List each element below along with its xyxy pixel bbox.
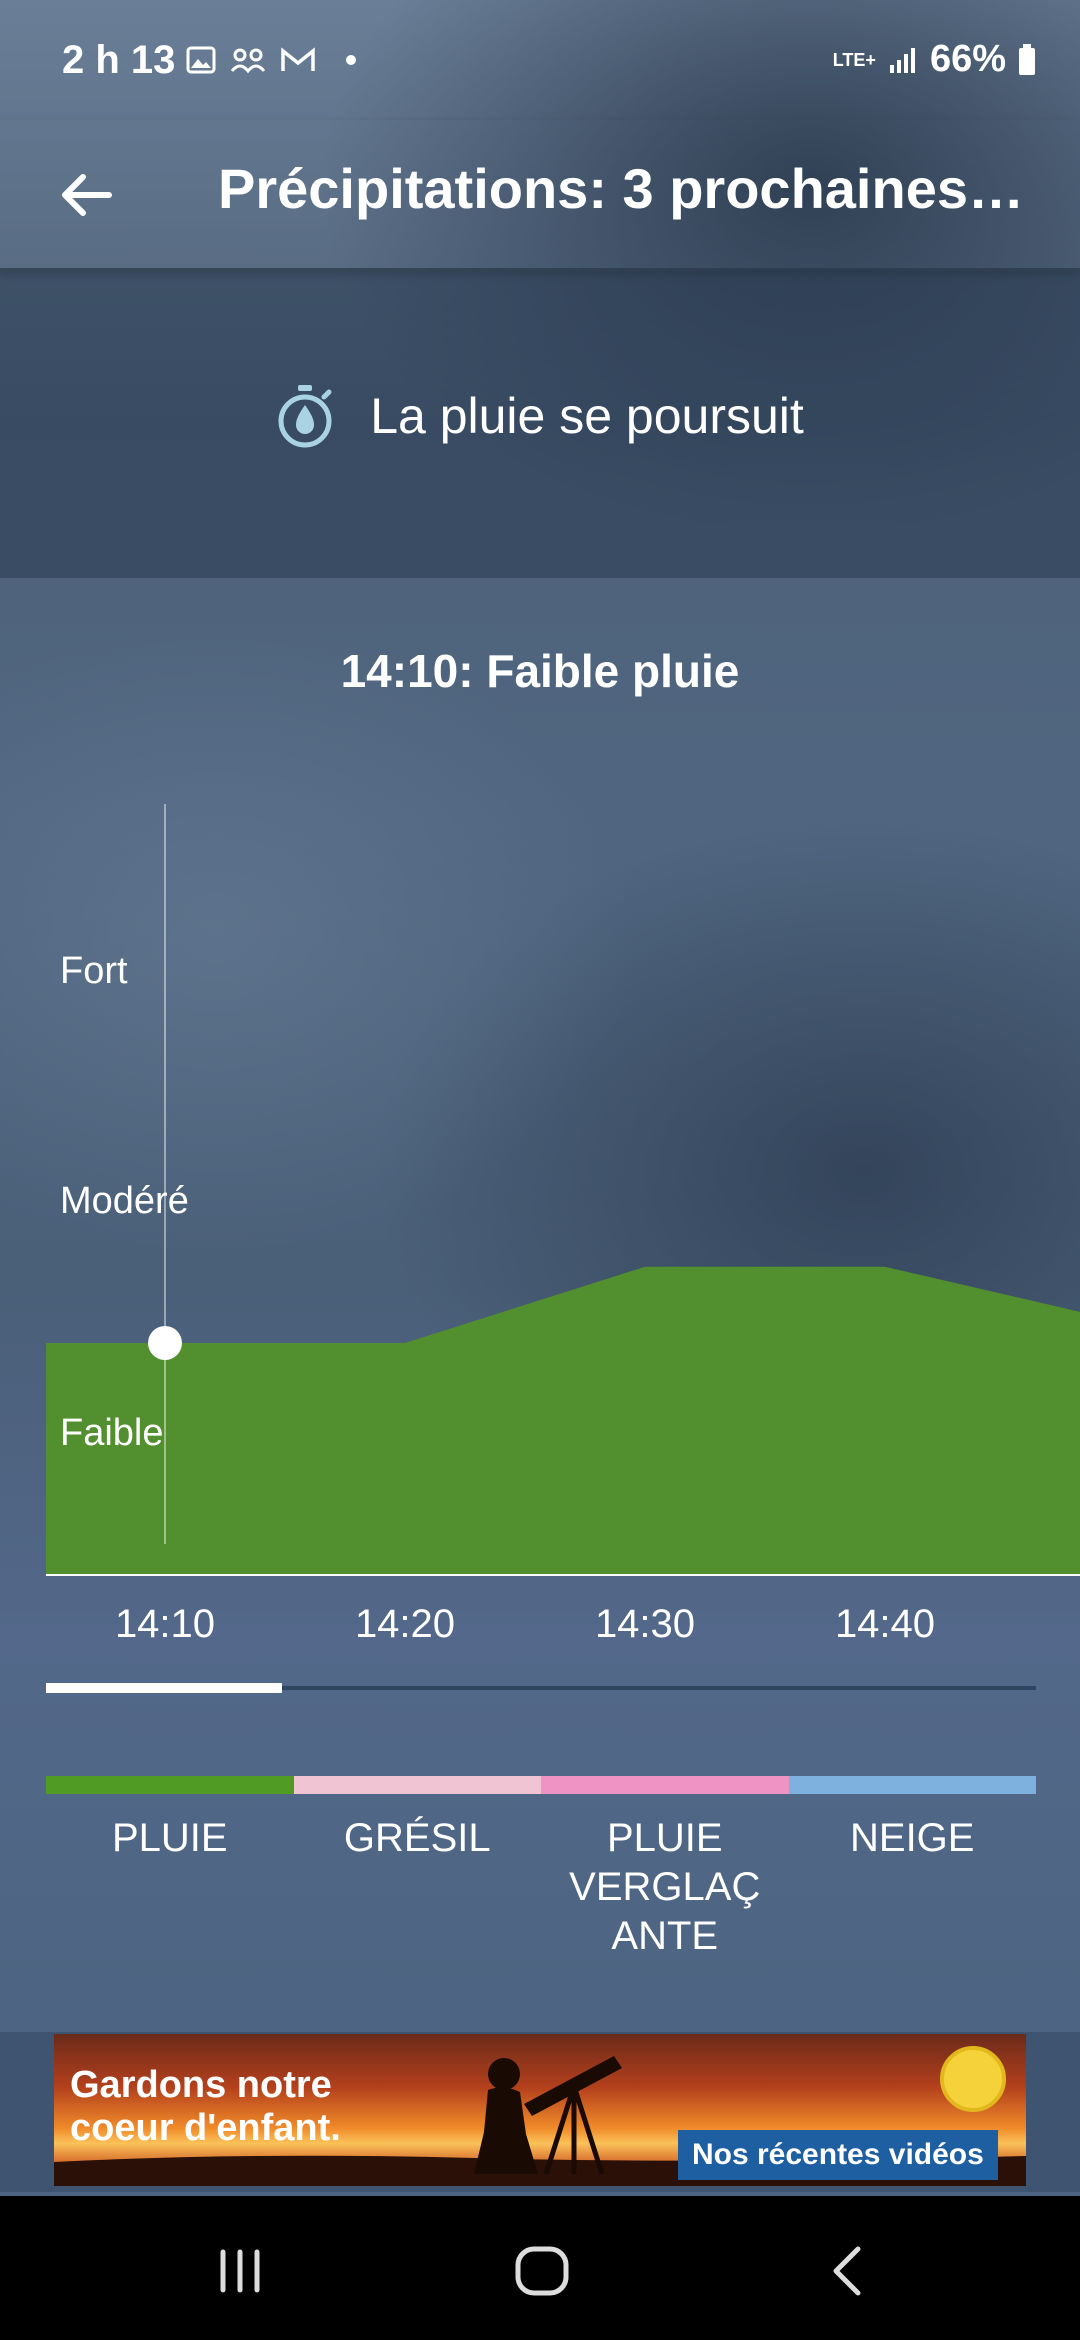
legend-label: PLUIE VERGLAÇ ANTE (569, 1816, 761, 1958)
ad-logo-icon (940, 2046, 1006, 2112)
app-bar: Précipitations: 3 prochaines… (0, 120, 1080, 271)
network-type: LTE+ (832, 49, 876, 70)
legend-label: GRÉSIL (343, 1816, 491, 1860)
stopwatch-rain-icon (278, 385, 332, 448)
system-icons: LTE+ 66% (833, 38, 1036, 81)
back-nav-button[interactable] (806, 2236, 886, 2306)
legend-label: NEIGE (850, 1816, 975, 1860)
precipitation-area (46, 1266, 1080, 1574)
page-title: Précipitations: 3 prochaines… (218, 157, 1024, 220)
legend-item-gresil: GRÉSIL (293, 1776, 541, 1960)
ad-headline-line: Gardons notre (70, 2064, 332, 2106)
battery-percent: 66% (929, 38, 1006, 80)
legend-swatch (541, 1776, 789, 1794)
status-bar: 2 h 13 LTE+ 66% (0, 0, 1080, 120)
gmail-icon (281, 47, 315, 71)
precipitation-chart[interactable] (0, 780, 1080, 1680)
time-tick[interactable]: 14:20 (325, 1602, 485, 1647)
home-button[interactable] (502, 2236, 582, 2306)
time-scroll-indicator (46, 1683, 282, 1693)
chevron-left-icon (833, 2246, 861, 2296)
precipitation-summary: La pluie se poursuit (0, 271, 1080, 578)
selected-time-readout: 14:10: Faible pluie (340, 645, 740, 697)
time-tick[interactable]: 14:10 (85, 1602, 245, 1647)
home-icon (515, 2246, 569, 2296)
system-navigation-bar (0, 2196, 1080, 2340)
legend-swatch (788, 1776, 1036, 1794)
precipitation-legend: PLUIE GRÉSIL PLUIE VERGLAÇ ANTE NEIGE (46, 1776, 1036, 1960)
back-button[interactable] (50, 160, 120, 230)
ad-headline: Gardons notre coeur d'enfant. (70, 2064, 341, 2149)
level-label-fort: Fort (60, 950, 128, 992)
arrow-left-icon (62, 174, 112, 216)
time-tick[interactable]: 14:40 (805, 1602, 965, 1647)
precipitation-chart-svg (46, 804, 1080, 1576)
level-label-faible: Faible (60, 1412, 164, 1454)
legend-swatch (293, 1776, 541, 1794)
legend-item-pluie-verglacante: PLUIE VERGLAÇ ANTE (541, 1776, 789, 1960)
recent-apps-button[interactable] (200, 2236, 280, 2306)
chart-selected-point[interactable] (148, 1326, 182, 1360)
more-notifications-dot (346, 55, 356, 65)
ad-headline-line: coeur d'enfant. (70, 2106, 341, 2149)
status-time: 2 h 13 (62, 38, 176, 82)
legend-label: PLUIE (111, 1816, 228, 1860)
time-tick[interactable]: 14:30 (565, 1602, 725, 1647)
signal-icon (889, 47, 915, 73)
legend-swatch (46, 1776, 294, 1794)
battery-icon (1019, 43, 1035, 75)
recent-apps-icon (220, 2249, 260, 2293)
summary-text: La pluie se poursuit (370, 388, 804, 444)
notification-icons (186, 46, 356, 74)
legend-item-pluie: PLUIE (46, 1776, 294, 1960)
legend-item-neige: NEIGE (788, 1776, 1036, 1960)
level-label-modere: Modéré (60, 1180, 189, 1222)
group-icon (230, 48, 266, 74)
ad-banner[interactable]: Gardons notre coeur d'enfant. Nos récent… (54, 2034, 1026, 2186)
gallery-icon (186, 46, 216, 74)
ad-cta-button[interactable]: Nos récentes vidéos (678, 2130, 998, 2180)
